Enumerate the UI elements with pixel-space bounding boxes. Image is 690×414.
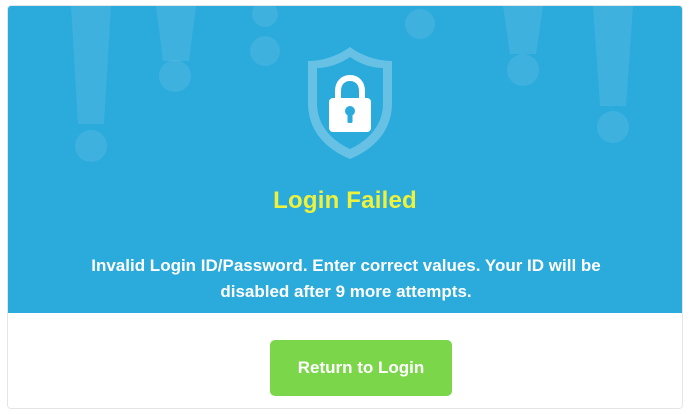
dialog-title: Login Failed: [273, 187, 417, 214]
error-message-line-1: Invalid Login ID/Password. Enter correct…: [91, 256, 601, 275]
error-banner: Login Failed Invalid Login ID/Password. …: [8, 6, 682, 313]
error-message-line-2: disabled after 9 more attempts.: [220, 282, 472, 301]
shield-lock-icon: [300, 43, 400, 163]
dialog-footer: Return to Login: [8, 313, 682, 408]
return-to-login-button[interactable]: Return to Login: [270, 340, 452, 396]
login-failed-dialog: Login Failed Invalid Login ID/Password. …: [7, 5, 683, 409]
error-message: Invalid Login ID/Password. Enter correct…: [28, 253, 664, 305]
